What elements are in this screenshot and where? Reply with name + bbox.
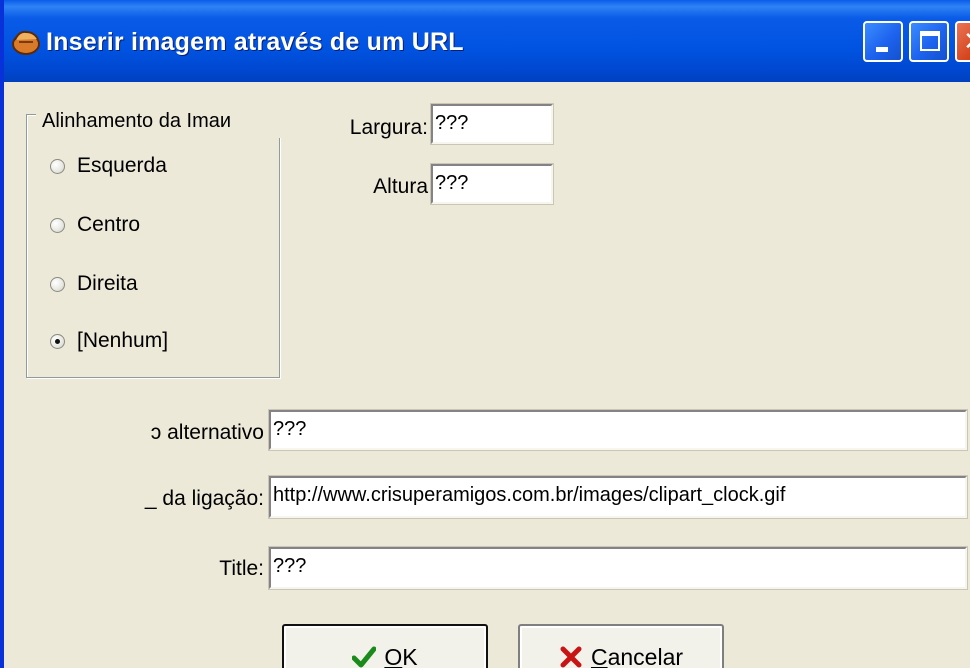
close-button[interactable]: ✕ [955,21,970,62]
link-url-label: _ da ligação: [144,487,264,510]
title-input[interactable]: ??? [268,546,968,590]
maximize-button[interactable] [909,21,949,62]
radio-button-icon[interactable] [50,217,65,233]
alt-text-label: ɔ alternativo [150,421,264,444]
height-input[interactable]: ??? [430,163,554,205]
width-label: Largura: [349,116,428,139]
close-icon: ✕ [963,26,970,57]
alt-text-input[interactable]: ??? [268,409,968,451]
maximize-icon [920,31,940,51]
red-x-icon [559,645,583,668]
checkmark-icon [351,645,377,668]
title-label: Title: [219,557,264,580]
dialog-window: Inserir imagem através de um URL ✕ Alinh… [0,0,970,668]
radio-direita[interactable]: Direita [50,268,138,300]
ok-button[interactable]: OK [282,624,488,668]
minimize-button[interactable] [863,21,903,62]
link-url-input[interactable]: http://www.crisuperamigos.com.br/images/… [268,475,968,519]
radio-label: Esquerda [77,154,167,177]
radio-centro[interactable]: Centro [50,209,140,241]
radio-nenhum[interactable]: [Nenhum] [50,325,168,357]
minimize-icon [876,47,888,52]
hand-icon [10,28,42,56]
alignment-group-legend: Alinhamento da Imaи [36,106,282,138]
radio-button-icon[interactable] [50,276,65,292]
radio-label: Centro [77,213,141,236]
radio-label: [Nenhum] [77,329,169,352]
radio-esquerda[interactable]: Esquerda [50,150,167,182]
radio-button-icon[interactable] [50,333,65,349]
cancel-label: Cancelar [590,643,684,668]
cancel-button[interactable]: Cancelar [518,624,724,668]
width-input[interactable]: ??? [430,103,554,145]
title-bar[interactable]: Inserir imagem através de um URL ✕ [4,0,970,82]
ok-label: OK [384,643,418,668]
radio-label: Direita [77,272,138,295]
radio-button-icon[interactable] [50,158,65,174]
window-title: Inserir imagem através de um URL [46,28,464,56]
height-label: Altura [373,175,428,198]
